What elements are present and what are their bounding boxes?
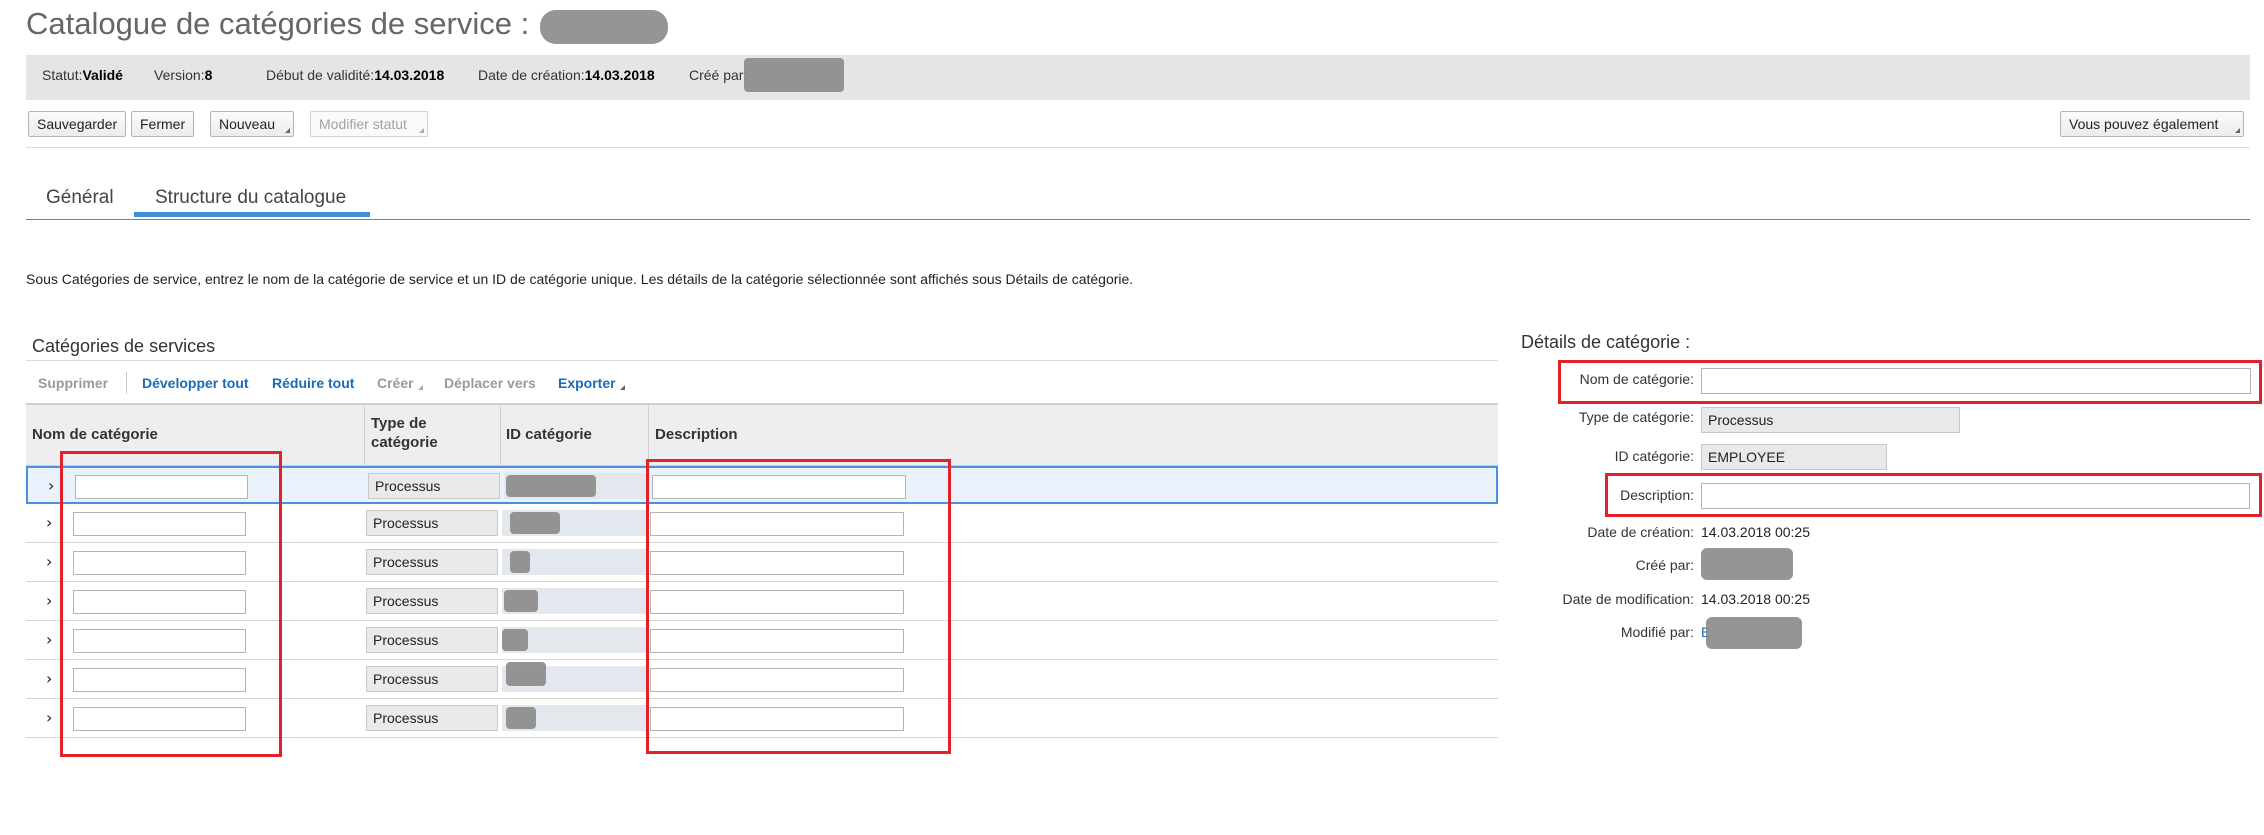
category-type-cell[interactable]: Processus	[366, 510, 498, 536]
detail-modified-date-value: 14.03.2018 00:25	[1701, 591, 1810, 607]
status-version: Version:8	[154, 67, 213, 83]
column-separator	[364, 405, 365, 466]
dropdown-corner-icon	[417, 385, 423, 390]
detail-type-field[interactable]: Processus	[1701, 407, 1960, 433]
detail-created-date-label: Date de création:	[1587, 524, 1694, 540]
dropdown-corner-icon	[419, 128, 424, 133]
category-type-cell[interactable]: Processus	[366, 666, 498, 692]
toolbar-divider	[26, 147, 2250, 148]
chevron-right-icon[interactable]: ›	[46, 632, 52, 648]
export-label: Exporter	[558, 375, 616, 391]
new-button-label: Nouveau	[219, 116, 276, 132]
collapse-all-button[interactable]: Réduire tout	[272, 375, 354, 391]
redacted-id	[504, 590, 538, 612]
redacted-id	[502, 629, 528, 651]
chevron-right-icon[interactable]: ›	[46, 671, 52, 687]
detail-modified-by-label: Modifié par:	[1620, 624, 1694, 640]
save-button[interactable]: Sauvegarder	[28, 111, 127, 137]
details-section-title: Détails de catégorie :	[1521, 332, 1691, 352]
category-type-cell[interactable]: Processus	[366, 627, 498, 653]
more-actions-button[interactable]: Vous pouvez également	[2060, 111, 2244, 137]
category-type-cell[interactable]: Processus	[366, 705, 498, 731]
tab-general[interactable]: Général	[46, 187, 114, 209]
create-label: Créer	[377, 375, 414, 391]
tab-catalogue-structure[interactable]: Structure du catalogue	[155, 187, 346, 209]
modify-status-button[interactable]: Modifier statut	[310, 111, 428, 137]
dropdown-corner-icon	[285, 128, 290, 133]
highlight-detail-description	[1605, 473, 2262, 517]
status-statut: Statut:Validé	[42, 67, 123, 83]
chevron-right-icon[interactable]: ›	[46, 710, 52, 726]
category-id-cell[interactable]	[502, 510, 648, 536]
column-header-type-line2: catégorie	[371, 434, 438, 451]
chevron-right-icon[interactable]: ›	[46, 554, 52, 570]
redacted-catalogue-name	[540, 10, 668, 44]
detail-created-date-value: 14.03.2018 00:25	[1701, 524, 1810, 540]
export-button[interactable]: Exporter	[558, 375, 625, 391]
redacted-id	[506, 707, 536, 729]
create-button[interactable]: Créer	[377, 375, 423, 391]
column-header-type-line1: Type de	[371, 415, 427, 432]
column-header-name[interactable]: Nom de catégorie	[32, 425, 158, 444]
instructions-text: Sous Catégories de service, entrez le no…	[26, 271, 1134, 287]
category-id-cell[interactable]	[502, 549, 648, 575]
status-creation-date: Date de création:14.03.2018	[478, 67, 655, 83]
detail-type-label: Type de catégorie:	[1578, 409, 1694, 425]
services-title-divider	[26, 360, 1498, 361]
toolbar-separator	[126, 372, 127, 394]
category-type-cell[interactable]: Processus	[366, 588, 498, 614]
category-type-cell[interactable]: Processus	[368, 473, 500, 499]
detail-modified-date-label: Date de modification:	[1562, 591, 1694, 607]
dropdown-corner-icon	[2235, 128, 2240, 133]
tab-bar-line	[26, 219, 2250, 220]
column-header-id[interactable]: ID catégorie	[506, 425, 592, 444]
redacted-modified-by	[1706, 617, 1802, 649]
chevron-right-icon[interactable]: ›	[46, 515, 52, 531]
detail-id-field[interactable]: EMPLOYEE	[1701, 444, 1887, 470]
redacted-id	[510, 512, 560, 534]
redacted-id	[506, 662, 546, 686]
page-title: Catalogue de catégories de service :	[26, 6, 530, 41]
column-header-type[interactable]: Type de catégorie	[371, 414, 438, 452]
chevron-right-icon[interactable]: ›	[46, 593, 52, 609]
delete-button[interactable]: Supprimer	[38, 375, 108, 391]
move-to-button[interactable]: Déplacer vers	[444, 375, 536, 391]
category-id-cell[interactable]	[502, 705, 648, 731]
column-separator	[648, 405, 649, 466]
category-id-cell[interactable]	[502, 662, 648, 692]
detail-created-by-label: Créé par:	[1635, 557, 1694, 573]
redacted-id	[510, 551, 530, 573]
dropdown-corner-icon	[619, 385, 625, 390]
more-actions-label: Vous pouvez également	[2069, 116, 2219, 132]
close-button[interactable]: Fermer	[131, 111, 195, 137]
highlight-name-column	[60, 451, 282, 757]
status-created-by: Créé par:	[689, 67, 748, 83]
active-tab-indicator	[134, 212, 370, 217]
status-bar: Statut:Validé Version:8 Début de validit…	[26, 55, 2250, 100]
new-button[interactable]: Nouveau	[210, 111, 294, 137]
detail-id-label: ID catégorie:	[1614, 448, 1694, 464]
modify-status-label: Modifier statut	[319, 116, 407, 132]
redacted-creator	[744, 58, 844, 92]
redacted-created-by	[1701, 548, 1793, 580]
category-type-cell[interactable]: Processus	[366, 549, 498, 575]
category-id-cell[interactable]	[502, 588, 648, 614]
status-validity-start: Début de validité:14.03.2018	[266, 67, 445, 83]
highlight-description-column	[646, 459, 951, 754]
category-id-cell[interactable]	[502, 627, 648, 653]
column-separator	[500, 405, 501, 466]
category-id-cell[interactable]	[504, 473, 650, 499]
highlight-detail-name	[1558, 360, 2262, 404]
expand-all-button[interactable]: Développer tout	[142, 375, 249, 391]
chevron-right-icon[interactable]: ›	[48, 478, 54, 494]
redacted-id	[506, 475, 596, 497]
column-header-description[interactable]: Description	[655, 425, 738, 444]
services-section-title: Catégories de services	[32, 336, 216, 356]
